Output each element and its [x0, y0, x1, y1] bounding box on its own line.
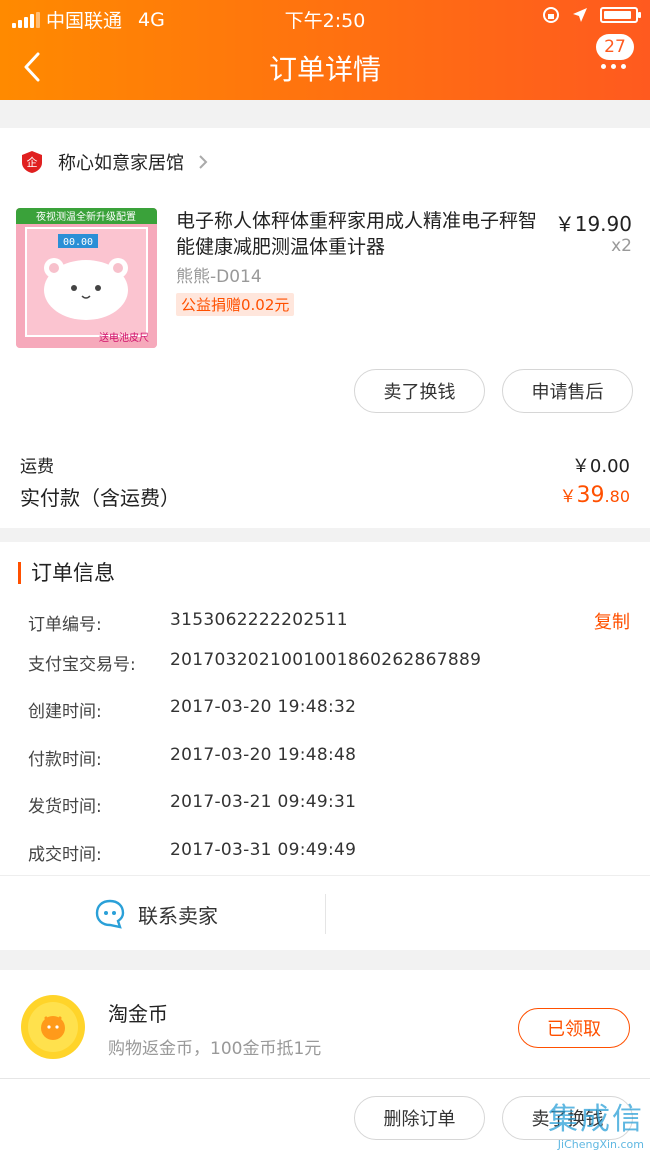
info-label: 支付宝交易号: [28, 655, 136, 675]
order-info-card: 订单信息 订单编号: 3153062222202511 复制 支付宝交易号: 2… [0, 542, 650, 950]
paid-currency: ￥ [559, 487, 577, 507]
copy-order-number-button[interactable]: 复制 [594, 608, 630, 634]
shop-logo-icon: 企 [22, 151, 42, 173]
sell-for-cash-button[interactable]: 卖了换钱 [354, 369, 485, 413]
info-label: 订单编号: [28, 615, 102, 635]
info-label: 付款时间: [28, 750, 102, 770]
divider [325, 894, 326, 934]
shop-link[interactable]: 企 称心如意家居馆 [0, 128, 650, 196]
info-value: 3153062222202511 [170, 610, 348, 630]
coin-subtitle: 购物返金币，100金币抵1元 [108, 1039, 322, 1059]
info-label: 成交时间: [28, 845, 102, 865]
shipping-label: 运费 [20, 457, 54, 477]
chat-bubble-icon [95, 899, 125, 929]
paid-decimal: .80 [604, 487, 630, 506]
status-icons [542, 6, 641, 24]
svg-text:送电池皮尺: 送电池皮尺 [99, 331, 149, 344]
rotation-lock-icon [543, 7, 559, 23]
svg-text:夜视测温全新升级配置: 夜视测温全新升级配置 [36, 210, 136, 223]
order-item-card: 企 称心如意家居馆 夜视测温全新升级配置 00.00 送电池皮尺 电子称人体秤体… [0, 128, 650, 528]
after-sale-button[interactable]: 申请售后 [502, 369, 633, 413]
delete-order-button[interactable]: 删除订单 [354, 1096, 485, 1140]
paid-integer: 39 [576, 483, 605, 508]
svg-text:00.00: 00.00 [63, 237, 93, 248]
info-row-alipay-number: 支付宝交易号: 2017032021001001860262867889 [28, 650, 632, 675]
shipping-value: ￥0.00 [571, 456, 630, 477]
gold-coin-icon [21, 995, 85, 1059]
product-image[interactable]: 夜视测温全新升级配置 00.00 送电池皮尺 [16, 208, 157, 348]
product-title[interactable]: 电子称人体秤体重秤家用成人精准电子秤智能健康减肥测温体重计器 [176, 208, 538, 260]
shop-name: 称心如意家居馆 [58, 153, 184, 174]
order-info-title: 订单信息 [18, 562, 115, 584]
product-sku: 熊熊-D014 [176, 267, 262, 287]
info-row-deal-time: 成交时间: 2017-03-31 09:49:49 [28, 840, 632, 865]
location-icon [573, 8, 587, 22]
coin-claimed-button[interactable]: 已领取 [518, 1008, 630, 1048]
info-label: 发货时间: [28, 797, 102, 817]
message-count-badge: 27 [596, 34, 634, 60]
battery-icon [600, 7, 641, 23]
product-price: ￥19.90 [554, 212, 632, 236]
chevron-right-icon [199, 155, 208, 169]
coin-title: 淘金币 [108, 1002, 168, 1026]
svg-text:企: 企 [27, 155, 38, 169]
info-label: 创建时间: [28, 702, 102, 722]
more-menu-button[interactable]: 27 [590, 34, 634, 78]
info-value: 2017-03-20 19:48:48 [170, 745, 357, 765]
coin-card: 淘金币 购物返金币，100金币抵1元 已领取 [0, 970, 650, 1078]
paid-label: 实付款（含运费） [20, 486, 180, 510]
bottom-action-bar: 删除订单 卖了换钱 集成信 JiChengXin.com [0, 1078, 650, 1155]
product-quantity: x2 [611, 236, 632, 256]
paid-amount: ￥39.80 [560, 482, 630, 508]
contact-row: 联系卖家 [0, 875, 650, 951]
charity-tag: 公益捐赠0.02元 [176, 293, 295, 316]
info-row-created-time: 创建时间: 2017-03-20 19:48:32 [28, 697, 632, 722]
contact-seller-label: 联系卖家 [138, 903, 218, 928]
info-value: 2017-03-31 09:49:49 [170, 840, 357, 860]
product-image-art: 夜视测温全新升级配置 00.00 送电池皮尺 [16, 208, 157, 348]
watermark-text: 集成信 [548, 1102, 644, 1137]
info-value: 2017-03-20 19:48:32 [170, 697, 357, 717]
info-row-payment-time: 付款时间: 2017-03-20 19:48:48 [28, 745, 632, 770]
watermark-url: JiChengXin.com [557, 1138, 644, 1151]
more-dots-icon [601, 64, 626, 69]
info-value: 2017032021001001860262867889 [170, 650, 482, 670]
top-bar: 中国联通 4G 下午2:50 订单详情 27 [0, 0, 650, 100]
info-row-order-number: 订单编号: 3153062222202511 [28, 610, 632, 635]
page-title: 订单详情 [268, 53, 381, 86]
status-bar: 中国联通 4G 下午2:50 [0, 4, 650, 32]
info-row-shipping-time: 发货时间: 2017-03-21 09:49:31 [28, 792, 632, 817]
watermark-logo: 集成信 JiChengXin.com [548, 1094, 644, 1151]
contact-seller-button[interactable]: 联系卖家 [94, 898, 218, 930]
info-value: 2017-03-21 09:49:31 [170, 792, 357, 812]
